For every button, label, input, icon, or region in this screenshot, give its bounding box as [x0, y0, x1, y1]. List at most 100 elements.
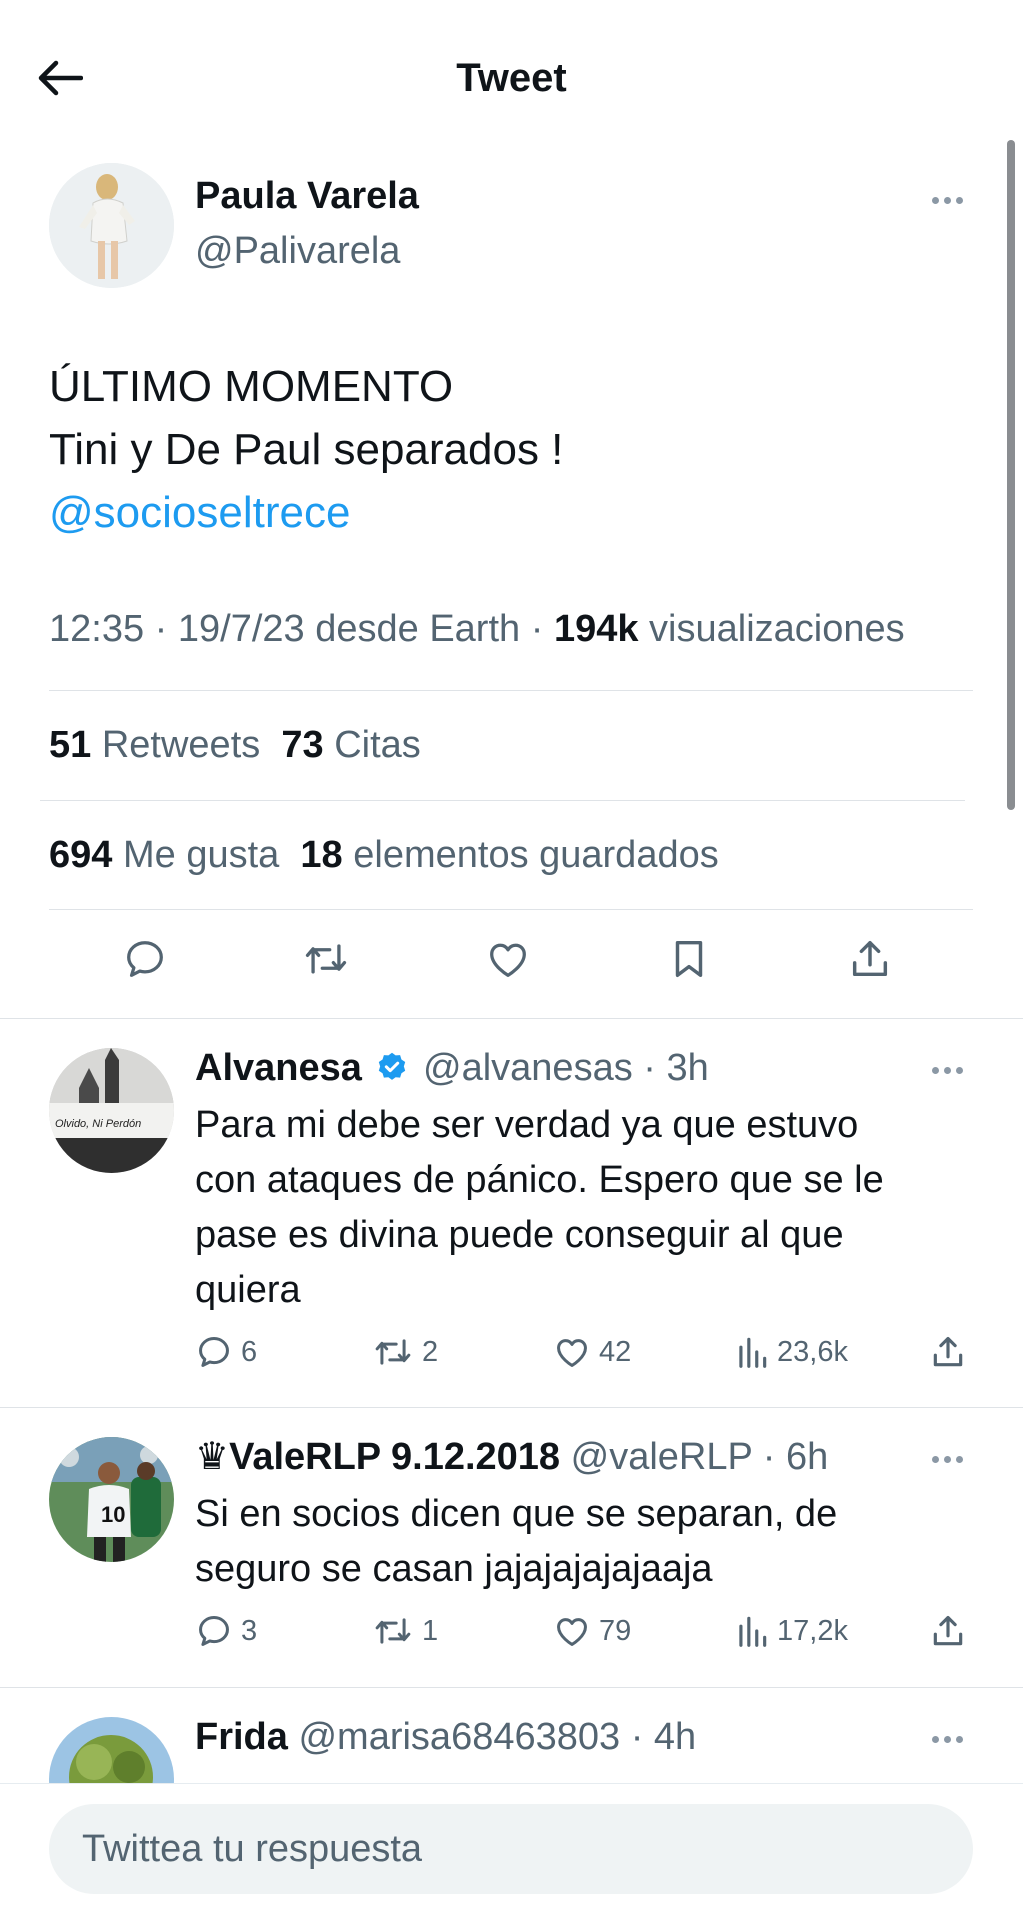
reply-actions: 3 1 79 17,2k [0, 1611, 1023, 1651]
divider [40, 800, 965, 801]
reply-more-button[interactable] [932, 1731, 963, 1747]
reply-avatar[interactable]: Olvido, Ni Perdón [49, 1048, 174, 1173]
more-dot-icon [944, 196, 951, 204]
quotes-stat[interactable]: 73 Citas [281, 724, 420, 766]
reply-more-button[interactable] [932, 1451, 963, 1467]
sign-text: Olvido, Ni Perdón [55, 1118, 141, 1130]
reply-like-button[interactable]: 79 [553, 1612, 631, 1650]
reply-author-name[interactable]: Alvanesa [195, 1047, 362, 1089]
reply-icon [199, 1337, 229, 1367]
more-dot-icon [932, 1735, 939, 1743]
views-label: visualizaciones [649, 608, 905, 650]
author-name[interactable]: Paula Varela [195, 173, 419, 219]
tweet-line: Tini y De Paul separados ! [49, 425, 564, 474]
reply-header: Frida @marisa68463803 · 4h [195, 1716, 697, 1758]
reply-icon [127, 941, 163, 977]
reply-text: Si en socios dicen que se separan, de se… [195, 1487, 975, 1597]
bookmark-button[interactable] [665, 935, 713, 983]
top-bar: Tweet [0, 0, 1023, 150]
retweets-count: 51 [49, 724, 92, 766]
author-photo [49, 163, 174, 288]
tweet-time[interactable]: 12:35 [49, 608, 144, 650]
divider [49, 690, 973, 691]
retweets-stat[interactable]: 51 Retweets [49, 724, 260, 766]
heart-icon [557, 1339, 587, 1367]
reply-views-button[interactable]: 17,2k [735, 1612, 848, 1650]
author-avatar[interactable] [49, 163, 174, 288]
retweet-stats: 51 Retweets 73 Citas [49, 721, 421, 769]
retweet-icon [306, 944, 347, 974]
retweet-button[interactable] [302, 935, 350, 983]
like-count: 79 [599, 1614, 632, 1647]
likes-count: 694 [49, 834, 113, 876]
reply-time[interactable]: 3h [666, 1047, 708, 1089]
share-icon [933, 1336, 963, 1367]
heart-icon [489, 943, 526, 977]
views-chart-icon [739, 1337, 767, 1368]
like-button[interactable] [484, 935, 532, 983]
reply-retweet-button[interactable]: 1 [372, 1612, 438, 1650]
retweet-icon [375, 1618, 411, 1644]
share-button[interactable] [846, 935, 894, 983]
more-dot-icon [956, 1455, 963, 1463]
page-title: Tweet [456, 56, 567, 100]
divider [49, 909, 973, 910]
reply-avatar-photo: 10 [49, 1437, 174, 1562]
bookmarks-count: 18 [300, 834, 343, 876]
reply-text: Para mi debe ser verdad ya que estuvo co… [195, 1098, 975, 1318]
more-dot-icon [932, 1066, 939, 1074]
more-dot-icon [956, 1066, 963, 1074]
tweet-line: ÚLTIMO MOMENTO [49, 362, 454, 411]
quotes-count: 73 [281, 724, 324, 766]
more-options-button[interactable] [932, 192, 963, 208]
more-dot-icon [956, 196, 963, 204]
bookmarks-stat[interactable]: 18 elementos guardados [300, 834, 718, 876]
reply-time[interactable]: 6h [786, 1436, 828, 1478]
reply-share-button[interactable] [929, 1612, 967, 1650]
reply-avatar[interactable]: 10 [49, 1437, 174, 1562]
tweet-source: desde Earth [315, 608, 521, 650]
reply-time[interactable]: 4h [654, 1716, 696, 1758]
author-handle[interactable]: @Palivarela [195, 228, 400, 274]
reply-author-name[interactable]: ♛ValeRLP 9.12.2018 [195, 1436, 560, 1478]
reply-header: ♛ValeRLP 9.12.2018 @valeRLP · 6h [195, 1436, 829, 1478]
likes-stat[interactable]: 694 Me gusta [49, 834, 279, 876]
reply-tweet[interactable]: 10 ♛ValeRLP 9.12.2018 @valeRLP · 6h Si e… [0, 1408, 1023, 1687]
reply-line: seguro se casan jajajajajajaaja [195, 1548, 713, 1590]
reply-like-button[interactable]: 42 [553, 1333, 631, 1371]
tweet-text: ÚLTIMO MOMENTO Tini y De Paul separados … [49, 355, 979, 544]
mention-link[interactable]: @socioseltrece [49, 481, 979, 544]
reply-views-button[interactable]: 23,6k [735, 1333, 848, 1371]
tweet-actions [49, 935, 969, 997]
reply-share-button[interactable] [929, 1333, 967, 1371]
like-stats: 694 Me gusta 18 elementos guardados [49, 831, 719, 879]
reply-input[interactable] [49, 1804, 973, 1894]
likes-label: Me gusta [122, 834, 280, 876]
tweet-date[interactable]: 19/7/23 [178, 608, 305, 650]
reply-header: Alvanesa @alvanesas · 3h [195, 1047, 709, 1089]
more-dot-icon [944, 1455, 951, 1463]
more-dot-icon [932, 196, 939, 204]
reply-avatar-photo [49, 1717, 174, 1783]
reply-avatar[interactable] [49, 1717, 174, 1783]
reply-author-handle[interactable]: @valeRLP [571, 1436, 753, 1478]
reply-reply-button[interactable]: 3 [195, 1612, 257, 1650]
scrollbar[interactable] [1007, 140, 1015, 810]
reply-line: quiera [195, 1269, 301, 1311]
retweet-count: 1 [422, 1614, 439, 1647]
more-dot-icon [944, 1735, 951, 1743]
more-dot-icon [944, 1066, 951, 1074]
more-dot-icon [932, 1455, 939, 1463]
reply-retweet-button[interactable]: 2 [372, 1333, 438, 1371]
reply-tweet[interactable]: Olvido, Ni Perdón Alvanesa @alvanesas · … [0, 1019, 1023, 1407]
reply-tweet[interactable]: Frida @marisa68463803 · 4h [0, 1688, 1023, 1783]
reply-actions: 6 2 42 23,6k [0, 1332, 1023, 1372]
reply-author-handle[interactable]: @alvanesas [423, 1047, 633, 1089]
reply-line: Si en socios dicen que se separan, de [195, 1493, 838, 1535]
reply-author-handle[interactable]: @marisa68463803 [298, 1716, 620, 1758]
reply-more-button[interactable] [932, 1062, 963, 1078]
reply-author-name[interactable]: Frida [195, 1716, 288, 1758]
reply-reply-button[interactable]: 6 [195, 1333, 257, 1371]
reply-line: Para mi debe ser verdad ya que estuvo [195, 1104, 859, 1146]
reply-button[interactable] [121, 935, 169, 983]
